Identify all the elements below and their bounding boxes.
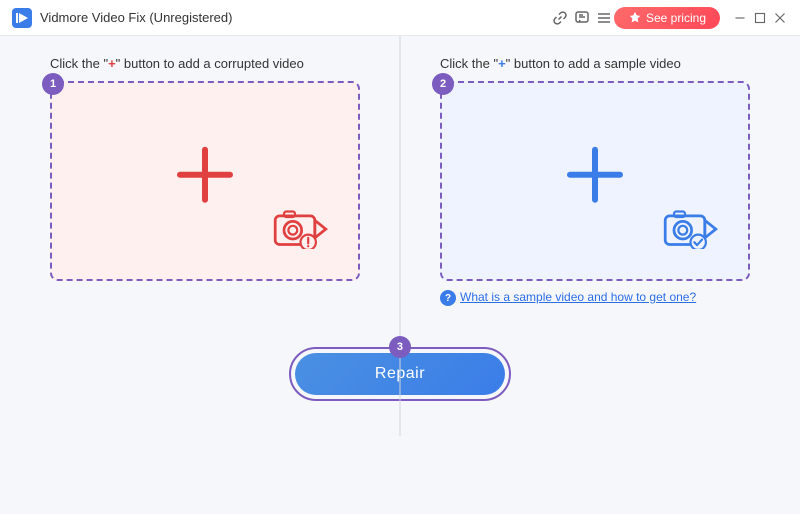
corrupted-video-panel: Click the "+" button to add a corrupted … bbox=[50, 56, 360, 306]
step1-badge: 1 bbox=[42, 73, 64, 95]
window-controls bbox=[732, 10, 788, 26]
sample-video-label: Click the "+" button to add a sample vid… bbox=[440, 56, 681, 71]
corrupted-camera-icon bbox=[273, 207, 328, 254]
chat-icon[interactable] bbox=[572, 8, 592, 28]
minimize-button[interactable] bbox=[732, 10, 748, 26]
main-content: Click the "+" button to add a corrupted … bbox=[0, 36, 800, 514]
app-logo-icon bbox=[12, 8, 32, 28]
sample-link-container: ? What is a sample video and how to get … bbox=[440, 289, 696, 306]
menu-icon[interactable] bbox=[594, 8, 614, 28]
maximize-button[interactable] bbox=[752, 10, 768, 26]
sample-camera-icon bbox=[663, 207, 718, 254]
link-icon[interactable] bbox=[550, 8, 570, 28]
sample-video-upload-box[interactable]: 2 bbox=[440, 81, 750, 281]
toolbar-icons bbox=[550, 8, 614, 28]
corrupted-video-label: Click the "+" button to add a corrupted … bbox=[50, 56, 304, 71]
title-bar: Vidmore Video Fix (Unregistered) bbox=[0, 0, 800, 36]
see-pricing-button[interactable]: See pricing bbox=[614, 7, 720, 29]
step3-badge: 3 bbox=[389, 336, 411, 358]
app-title: Vidmore Video Fix (Unregistered) bbox=[40, 10, 542, 25]
close-button[interactable] bbox=[772, 10, 788, 26]
vertical-divider bbox=[400, 36, 401, 436]
help-circle-icon: ? bbox=[440, 290, 456, 306]
step2-badge: 2 bbox=[432, 73, 454, 95]
add-sample-plus-icon bbox=[560, 140, 630, 215]
sample-link[interactable]: What is a sample video and how to get on… bbox=[460, 289, 696, 306]
corrupted-video-upload-box[interactable]: 1 bbox=[50, 81, 360, 281]
add-corrupted-plus-icon bbox=[170, 140, 240, 215]
sample-video-panel: Click the "+" button to add a sample vid… bbox=[440, 56, 750, 306]
